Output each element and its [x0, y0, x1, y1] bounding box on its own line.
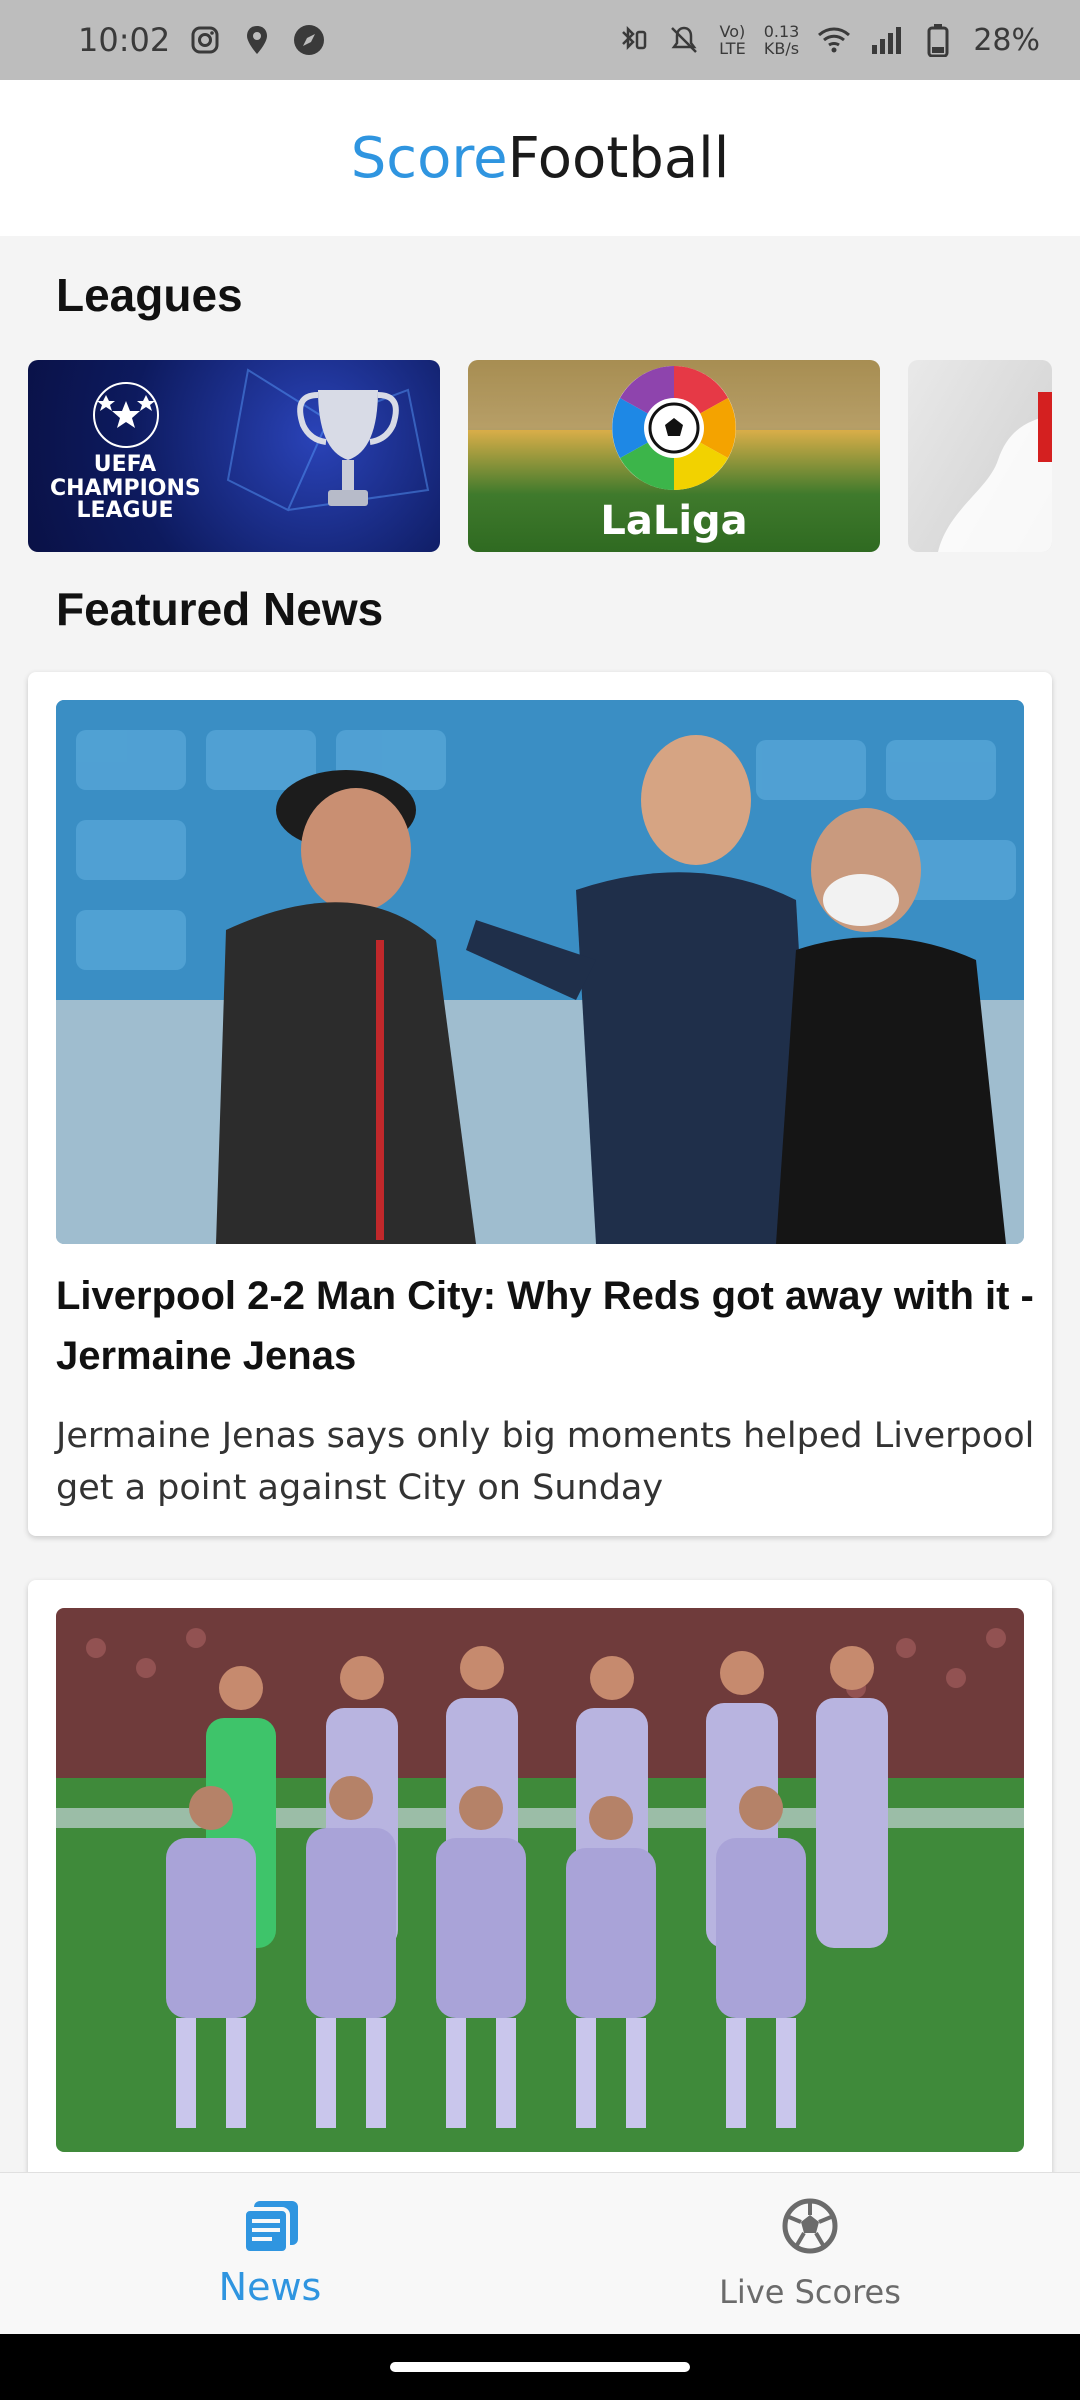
instagram-icon — [188, 23, 222, 57]
gesture-bar — [0, 2334, 1080, 2400]
bluetooth-vibrate-icon — [615, 23, 649, 57]
nav-item-live-scores[interactable]: Live Scores — [540, 2173, 1080, 2335]
status-time: 10:02 — [78, 21, 171, 59]
net-speed-unit: KB/s — [763, 39, 800, 58]
nav-item-news[interactable]: News — [0, 2173, 540, 2335]
mute-icon — [667, 23, 701, 57]
starball-icon — [93, 382, 159, 448]
news-summary: Jermaine Jenas says only big moments hel… — [56, 1416, 1035, 1508]
battery-percent: 28% — [973, 22, 1040, 58]
ucl-badge: UEFA — [93, 452, 157, 477]
status-bar: 10:02 Vo) LTE 0.13 KB/s 28% — [0, 0, 1080, 80]
laliga-label: LaLiga — [600, 498, 748, 544]
league-card-third[interactable] — [908, 360, 1052, 552]
leagues-heading: Leagues — [56, 269, 243, 321]
league-card-champions-league[interactable]: UEFA CHAMPIONS LEAGUE — [28, 360, 440, 552]
battery-icon — [921, 23, 955, 57]
soccer-ball-icon — [781, 2197, 839, 2259]
lte-label: LTE — [719, 39, 746, 58]
app-bar: Score Football — [0, 80, 1080, 236]
nav-label-live-scores: Live Scores — [719, 2273, 901, 2311]
wifi-icon — [817, 23, 851, 57]
app-title-football: Football — [507, 125, 730, 191]
app-title-score: Score — [350, 125, 508, 191]
net-speed: 0.13 KB/s — [764, 23, 800, 57]
featured-news-heading: Featured News — [56, 583, 384, 635]
nav-label-news: News — [218, 2265, 322, 2309]
ucl-label: CHAMPIONS LEAGUE — [50, 476, 201, 523]
laliga-logo — [612, 366, 736, 490]
news-card[interactable] — [28, 1580, 1052, 2200]
compass-icon — [292, 23, 326, 57]
home-gesture-handle[interactable] — [390, 2362, 690, 2372]
news-image — [56, 700, 1024, 1244]
news-card[interactable]: Liverpool 2-2 Man City: Why Reds got awa… — [28, 672, 1052, 1536]
net-speed-value: 0.13 — [763, 22, 800, 41]
signal-icon — [869, 23, 903, 57]
news-icon — [240, 2199, 300, 2259]
league-card-laliga[interactable]: LaLiga — [468, 360, 880, 552]
news-image — [56, 1608, 1024, 2152]
location-icon — [240, 23, 274, 57]
news-title: Liverpool 2-2 Man City: Why Reds got awa… — [56, 1274, 1034, 1378]
team-photo — [56, 1608, 1024, 2152]
third-league-banner — [938, 392, 1052, 552]
bottom-navigation: News Live Scores — [0, 2172, 1080, 2335]
volte-icon: Vo) LTE — [719, 23, 746, 57]
managers-handshake-photo — [56, 700, 1024, 1244]
volte-label: Vo) — [719, 22, 746, 41]
